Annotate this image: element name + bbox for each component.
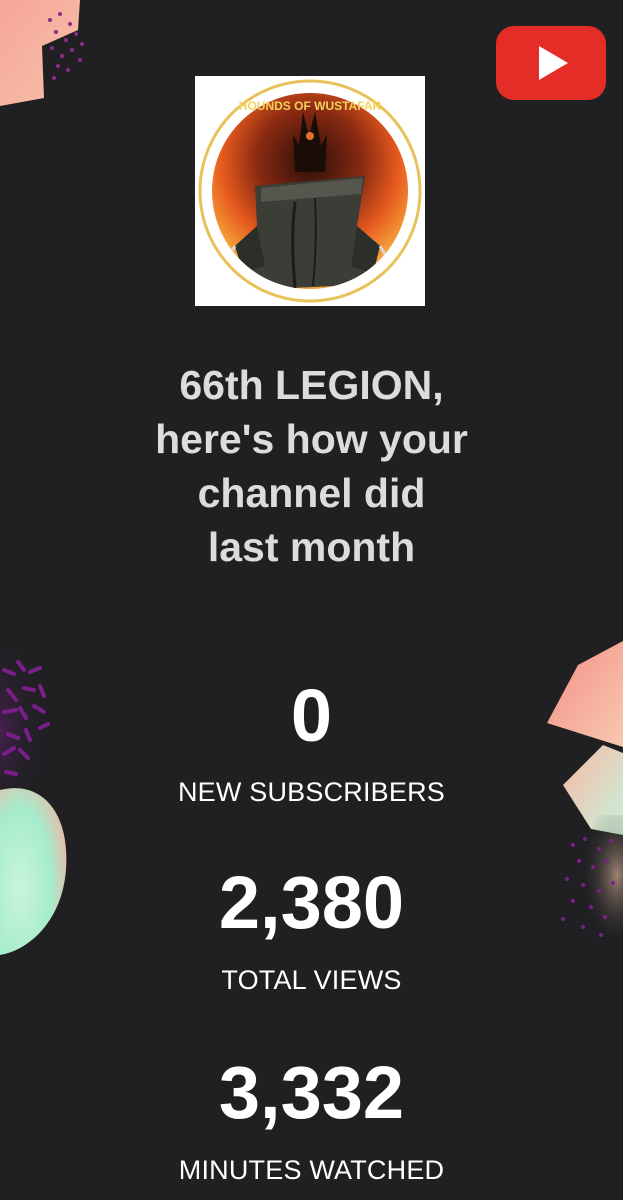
avatar-badge-text: HOUNDS OF WUSTAFAR: [239, 99, 382, 113]
headline-line-3: channel did: [197, 470, 426, 516]
minutes-watched-value: 3,332: [218, 1051, 405, 1134]
total-views-value: 2,380: [218, 861, 405, 944]
headline-line-4: last month: [207, 524, 416, 570]
minutes-watched-label: MINUTES WATCHED: [178, 1155, 445, 1185]
new-subscribers-value: 0: [290, 674, 333, 757]
decorative-shape-top-left: [0, 0, 84, 106]
email-page: HOUNDS OF WUSTAFAR 66th LEGION, here's h…: [0, 0, 623, 1200]
channel-avatar-image: HOUNDS OF WUSTAFAR: [198, 79, 422, 303]
channel-avatar[interactable]: HOUNDS OF WUSTAFAR: [195, 76, 425, 306]
youtube-play-icon[interactable]: [496, 26, 606, 100]
total-views-label: TOTAL VIEWS: [221, 965, 402, 995]
headline-line-2: here's how your: [155, 416, 468, 462]
new-subscribers-label: NEW SUBSCRIBERS: [177, 777, 446, 807]
headline-line-1: 66th LEGION,: [179, 362, 444, 408]
headline: 66th LEGION, here's how your channel did…: [0, 358, 623, 574]
